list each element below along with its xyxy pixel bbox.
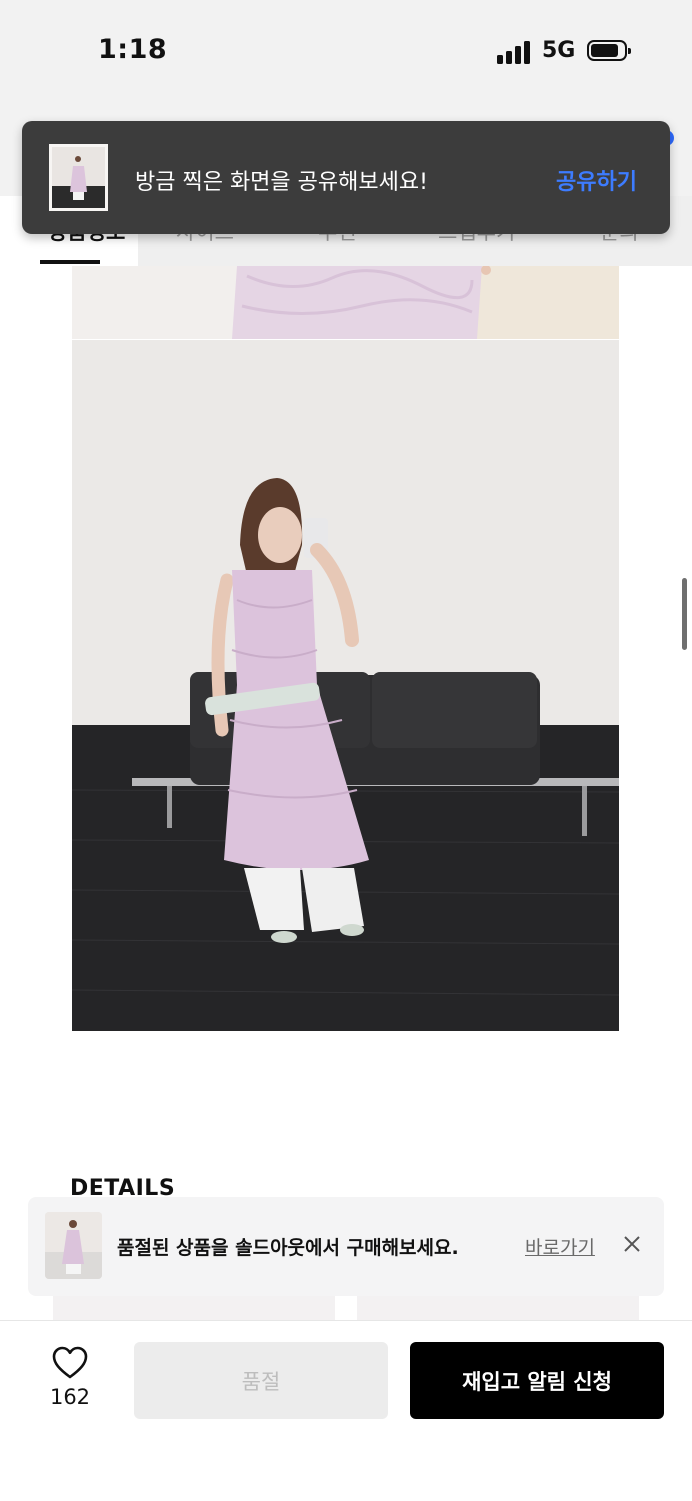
restock-alert-button[interactable]: 재입고 알림 신청 — [410, 1342, 664, 1419]
cellular-signal-icon — [497, 40, 533, 64]
soldout-button[interactable]: 품절 — [134, 1342, 388, 1419]
product-image-main — [72, 340, 619, 1031]
bottom-action-bar: 162 품절 재입고 알림 신청 — [0, 1320, 692, 1501]
share-button[interactable]: 공유하기 — [556, 164, 637, 196]
close-icon[interactable] — [622, 1234, 642, 1254]
tab-active-indicator — [40, 260, 100, 264]
battery-icon — [587, 40, 631, 61]
soldout-banner: 품절된 상품을 솔드아웃에서 구매해보세요. 바로가기 — [28, 1197, 664, 1296]
share-toast: 방금 찍은 화면을 공유해보세요! 공유하기 — [22, 121, 670, 234]
soldout-banner-message: 품절된 상품을 솔드아웃에서 구매해보세요. — [117, 1237, 459, 1259]
heart-icon[interactable] — [52, 1346, 88, 1380]
screenshot-thumbnail[interactable] — [49, 144, 108, 211]
like-count: 162 — [49, 1385, 91, 1409]
page-scrollbar[interactable] — [682, 578, 687, 650]
product-image-previous — [72, 266, 619, 339]
detail-image-preview — [357, 1296, 639, 1322]
soldout-product-thumbnail — [45, 1212, 102, 1279]
detail-image-preview — [53, 1296, 335, 1322]
share-toast-message: 방금 찍은 화면을 공유해보세요! — [135, 170, 428, 195]
network-type: 5G — [542, 38, 576, 63]
status-time: 1:18 — [98, 34, 168, 65]
go-to-soldout-link[interactable]: 바로가기 — [525, 1233, 595, 1260]
